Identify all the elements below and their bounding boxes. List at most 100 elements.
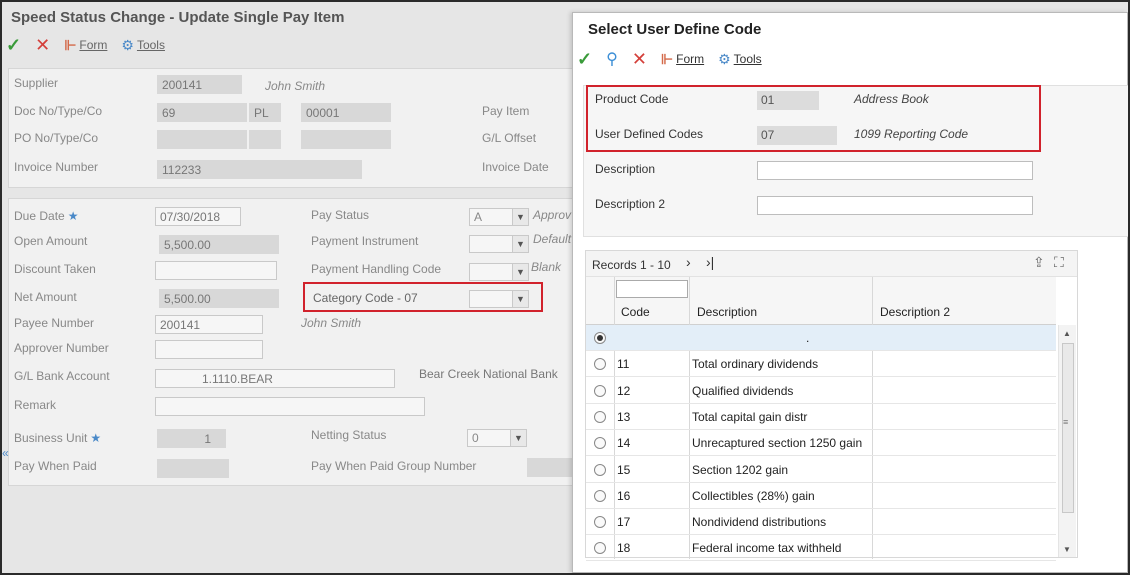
supplier-field: 200141 [157,75,242,94]
gear-icon: ⚙ [121,36,134,53]
invoice-field: 112233 [157,160,362,179]
payee-input[interactable]: 200141 [155,315,263,334]
approver-input[interactable] [155,340,263,359]
find-button[interactable]: ⚲ [606,49,618,69]
description-input[interactable] [757,161,1033,180]
pay-status-desc: Approv [533,208,572,222]
tools-menu[interactable]: ⚙ Tools [718,51,762,68]
doc-no-field: 69 [157,103,247,122]
pay-instrument-desc: Default [533,232,572,246]
gear-icon: ⚙ [718,50,731,67]
table-row[interactable]: 13 Total capital gain distr [586,404,1056,430]
row-select-radio[interactable] [594,410,606,423]
close-icon: ✕ [631,49,647,69]
form-menu[interactable]: ⊩ Form [661,51,704,68]
pay-handling-dropdown[interactable]: ▼ [469,263,529,281]
remark-input[interactable] [155,397,425,416]
details-panel: Due Date ★ 07/30/2018 Open Amount 5,500.0… [8,198,578,486]
doc-label: Doc No/Type/Co [14,104,103,118]
table-row[interactable]: 12 Qualified dividends [586,378,1056,404]
due-date-input[interactable]: 07/30/2018 [155,207,241,226]
select-udc-dialog: Select User Define Code ✓ ⚲ ✕ ⊩ Form ⚙ Too… [572,12,1128,573]
row-select-radio[interactable] [594,542,606,555]
invoice-date-label: Invoice Date [482,160,549,174]
cell-code: 12 [617,383,631,398]
code-filter-input[interactable] [616,280,688,298]
row-select-radio[interactable] [594,489,606,502]
cell-description: Total ordinary dividends [692,357,819,372]
export-icon[interactable]: ⇪ [1033,254,1045,271]
close-button[interactable]: ✕ [632,50,647,68]
table-row[interactable]: 17 Nondividend distributions [586,509,1056,536]
table-row[interactable]: 16 Collectibles (28%) gain [586,483,1056,509]
form-menu[interactable]: ⊩ Form [64,37,107,54]
remark-label: Remark [14,398,57,412]
tools-menu[interactable]: ⚙ Tools [121,37,165,54]
invoice-label: Invoice Number [14,160,99,174]
net-amount-label: Net Amount [14,290,77,304]
table-row[interactable]: 18 Federal income tax withheld [586,535,1056,562]
doc-type-field: PL [249,103,281,122]
doc-co-field: 00001 [301,103,391,122]
scroll-up-icon[interactable]: ▲ [1063,329,1071,338]
row-select-radio[interactable] [594,463,606,476]
table-row[interactable]: . [586,325,1056,351]
business-unit-label: Business Unit ★ [14,431,102,445]
cell-code: 13 [617,409,631,424]
col-code[interactable]: Code [621,305,650,319]
cell-description: Total capital gain distr [692,409,808,424]
form-icon: ⊩ [64,36,77,53]
col-description2[interactable]: Description 2 [880,305,950,319]
cell-description: . [806,331,810,345]
next-page-icon[interactable]: › [686,254,691,270]
netting-status-label: Netting Status [311,428,387,442]
row-select-radio[interactable] [594,437,606,450]
table-row[interactable]: 11 Total ordinary dividends [586,351,1056,378]
pay-handling-label: Payment Handling Code [311,262,442,276]
cell-code: 11 [617,357,630,372]
last-page-icon[interactable]: ›| [706,254,714,270]
pay-status-label: Pay Status [311,208,370,222]
pay-handling-desc: Blank [531,260,562,274]
row-select-radio[interactable] [594,358,606,371]
po-label: PO No/Type/Co [14,131,99,145]
cell-description: Unrecaptured section 1250 gain [692,436,863,451]
dialog-toolbar: ✓ ⚲ ✕ ⊩ Form ⚙ Tools [577,49,776,69]
grip-icon: ≡ [1063,417,1069,427]
chevron-down-icon: ▼ [510,430,526,446]
discount-input[interactable] [155,261,277,280]
cell-description: Section 1202 gain [692,462,789,477]
table-row[interactable]: 14 Unrecaptured section 1250 gain [586,430,1056,457]
select-button[interactable]: ✓ [577,50,592,68]
cancel-button[interactable]: ✕ [35,36,50,54]
pay-instrument-dropdown[interactable]: ▼ [469,235,529,253]
scroll-thumb[interactable] [1062,343,1074,513]
col-description[interactable]: Description [697,305,757,319]
cell-code: 15 [617,462,631,477]
grid-toolbar: Records 1 - 10 › ›| ⇪ ⛶ [586,251,1077,277]
grid-scrollbar[interactable]: ▲ ≡ ▼ [1058,325,1076,557]
chevron-down-icon: ▼ [512,264,528,280]
scroll-down-icon[interactable]: ▼ [1063,545,1071,554]
row-select-radio[interactable] [594,332,606,344]
check-icon: ✓ [6,35,22,55]
ok-button[interactable]: ✓ [6,36,21,54]
pwp-group-field [527,458,577,477]
discount-label: Discount Taken [14,262,96,276]
open-amount-field: 5,500.00 [159,235,279,254]
dialog-title: Select User Define Code [588,21,762,38]
row-select-radio[interactable] [594,516,606,529]
business-unit-field: 1 [157,429,226,448]
maximize-icon[interactable]: ⛶ [1054,254,1064,271]
collapse-icon[interactable]: « [2,446,12,466]
cell-description: Federal income tax withheld [692,541,842,556]
netting-status-dropdown[interactable]: 0 ▼ [467,429,527,447]
row-select-radio[interactable] [594,384,606,397]
description2-input[interactable] [757,196,1033,215]
pay-status-dropdown[interactable]: A ▼ [469,208,529,226]
gl-bank-input[interactable]: 1.1110.BEAR [155,369,395,388]
open-amount-label: Open Amount [14,234,88,248]
po-co-field [301,130,391,149]
supplier-name: John Smith [265,79,326,93]
table-row[interactable]: 15 Section 1202 gain [586,457,1056,483]
